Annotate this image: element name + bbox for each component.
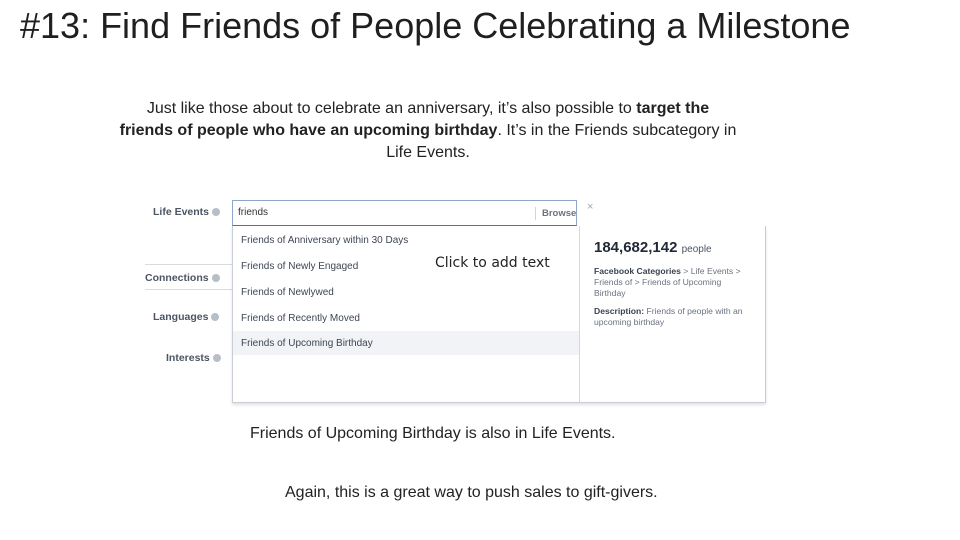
info-icon xyxy=(212,208,221,217)
suggestion-list: Friends of Anniversary within 30 Days Fr… xyxy=(233,226,580,402)
interests-label-text: Interests xyxy=(166,352,210,364)
suggestion-item[interactable]: Friends of Upcoming Birthday xyxy=(233,331,579,355)
divider xyxy=(145,264,233,265)
divider xyxy=(535,207,536,220)
suggestion-label: Friends of Newlywed xyxy=(241,287,334,298)
footer-line-1: Friends of Upcoming Birthday is also in … xyxy=(250,425,616,442)
connections-label-text: Connections xyxy=(145,272,209,284)
footer-line-2: Again, this is a great way to push sales… xyxy=(285,484,658,501)
suggestion-item[interactable]: Friends of Recently Moved xyxy=(233,306,579,330)
divider xyxy=(145,289,233,290)
suggestion-label: Friends of Anniversary within 30 Days xyxy=(241,235,409,246)
audience-size: 184,682,142 people xyxy=(594,239,712,256)
description-label: Description: xyxy=(594,306,645,316)
search-input[interactable] xyxy=(238,207,528,218)
suggestion-label: Friends of Newly Engaged xyxy=(241,261,359,272)
life-events-label: Life Events xyxy=(153,206,221,218)
audience-count: 184,682,142 xyxy=(594,239,678,256)
intro-paragraph: Just like those about to celebrate an an… xyxy=(118,98,738,164)
languages-label: Languages xyxy=(153,311,220,323)
info-icon xyxy=(212,354,221,363)
info-icon xyxy=(211,274,220,283)
suggestion-item[interactable]: Friends of Anniversary within 30 Days xyxy=(233,228,579,252)
browse-button[interactable]: Browse xyxy=(542,208,576,219)
info-icon xyxy=(211,313,220,322)
category-description: Description: Friends of people with an u… xyxy=(594,306,744,328)
suggestion-label: Friends of Recently Moved xyxy=(241,313,360,324)
close-icon[interactable]: × xyxy=(587,201,593,213)
category-path: Facebook Categories > Life Events > Frie… xyxy=(594,266,744,299)
facebook-targeting-screenshot: Life Events Connections Languages Intere… xyxy=(140,192,770,407)
suggestion-dropdown: Friends of Anniversary within 30 Days Fr… xyxy=(232,226,766,403)
search-box: Browse xyxy=(232,200,577,226)
interests-label: Interests xyxy=(166,352,221,364)
connections-label: Connections xyxy=(145,272,220,284)
intro-text-start: Just like those about to celebrate an an… xyxy=(146,100,637,117)
suggestion-item[interactable]: Friends of Newlywed xyxy=(233,280,579,304)
slide-title: #13: Find Friends of People Celebrating … xyxy=(20,5,851,46)
suggestion-label: Friends of Upcoming Birthday xyxy=(241,338,373,349)
audience-unit: people xyxy=(681,244,712,255)
text-placeholder[interactable]: Click to add text xyxy=(435,255,550,271)
languages-label-text: Languages xyxy=(153,311,209,323)
category-label: Facebook Categories xyxy=(594,266,681,276)
life-events-label-text: Life Events xyxy=(153,206,210,218)
